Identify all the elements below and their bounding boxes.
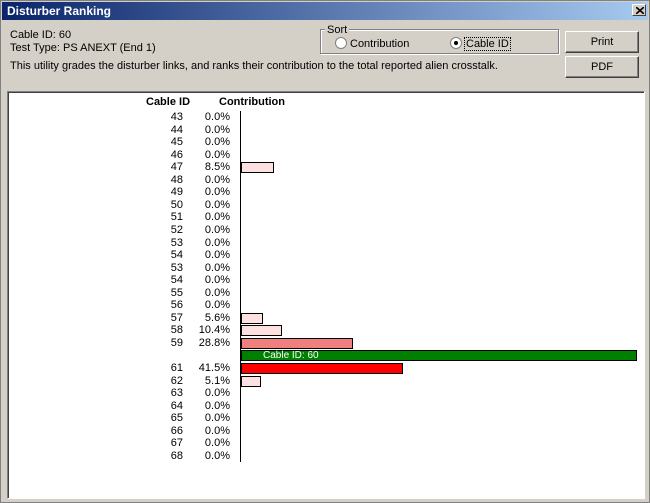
contribution-bar [241,363,403,374]
contribution-cell: 0.0% [204,287,230,299]
radio-contribution[interactable] [335,37,347,49]
cable-id-cell: 53 [170,237,183,249]
contribution-bar [241,376,261,387]
cable-id-cell: 52 [170,224,183,236]
contribution-cell: 10.4% [198,324,230,336]
cable-id-cell: 59 [170,337,183,349]
cable-id-cell: 54 [170,249,183,261]
contribution-cell: 0.0% [204,400,230,412]
cable-id-cell: 54 [170,274,183,286]
contribution-cell: 0.0% [204,224,230,236]
radio-cable-id-text: Cable ID [464,37,511,51]
header-cable-id: Cable ID [146,96,191,108]
contribution-bar [241,338,353,349]
cable-id-cell: 66 [170,425,183,437]
contribution-cell: 41.5% [198,362,230,374]
chart-axis [240,111,241,462]
contribution-cell: 0.0% [204,199,230,211]
window-title: Disturber Ranking [7,4,112,18]
cable-id-cell: 63 [170,387,183,399]
cable-id-cell: 45 [170,136,183,148]
cable-id-cell: 53 [170,262,183,274]
contribution-bar [241,162,274,173]
cable-id-cell: 51 [170,211,183,223]
cable-id-cell: 61 [170,362,183,374]
contribution-cell: 5.6% [204,312,230,324]
cable-id-cell: 49 [170,186,183,198]
contribution-cell: 0.0% [204,425,230,437]
contribution-cell: 0.0% [204,437,230,449]
cable-id-cell: 48 [170,174,183,186]
contribution-cell: 8.5% [204,161,230,173]
radio-cable-id[interactable] [450,37,462,49]
sort-legend: Sort [325,24,350,36]
header-contribution: Contribution [219,96,285,108]
test-type-text: Test Type: PS ANEXT (End 1) [10,42,156,54]
cable-id-text: Cable ID: 60 [10,29,72,41]
cable-id-cell: 55 [170,287,183,299]
cable-id-cell: 65 [170,412,183,424]
cable-id-cell: 64 [170,400,183,412]
contribution-cell: 0.0% [204,274,230,286]
contribution-cell: 5.1% [204,375,230,387]
cable-id-cell: 67 [170,437,183,449]
cable-id-cell: 50 [170,199,183,211]
contribution-cell: 0.0% [204,249,230,261]
cable-id-cell: 56 [170,299,183,311]
cable-id-cell: 43 [170,111,183,123]
contribution-cell: 0.0% [204,412,230,424]
description-text: This utility grades the disturber links,… [10,60,498,72]
contribution-cell: 0.0% [204,136,230,148]
cable-id-cell: 47 [170,161,183,173]
contribution-cell: 0.0% [204,174,230,186]
contribution-cell: 0.0% [204,387,230,399]
cable-id-cell: 62 [170,375,183,387]
cable-id-cell: 58 [170,324,183,336]
contribution-cell: 0.0% [204,124,230,136]
cable-id-cell: 44 [170,124,183,136]
contribution-cell: 0.0% [204,186,230,198]
selected-cable-label: Cable ID: 60 [263,350,319,361]
contribution-bar [241,313,263,324]
contribution-cell: 0.0% [204,111,230,123]
contribution-cell: 0.0% [204,262,230,274]
close-button[interactable] [632,4,646,16]
contribution-bar [241,325,282,336]
contribution-cell: 0.0% [204,299,230,311]
disturber-ranking-window: Disturber Ranking Cable ID: 60 Test Type… [0,0,650,503]
contribution-cell: 0.0% [204,237,230,249]
print-button[interactable]: Print [565,31,639,53]
contribution-cell: 0.0% [204,450,230,462]
contribution-cell: 0.0% [204,211,230,223]
cable-id-cell: 57 [170,312,183,324]
radio-contribution-label[interactable]: Contribution [350,38,409,50]
close-icon [636,7,644,14]
title-bar: Disturber Ranking [2,2,648,20]
cable-id-cell: 46 [170,149,183,161]
contribution-cell: 0.0% [204,149,230,161]
radio-cable-id-label[interactable]: Cable ID [464,37,511,51]
ranking-panel [7,91,645,499]
contribution-cell: 28.8% [198,337,230,349]
cable-id-cell: 68 [170,450,183,462]
pdf-button[interactable]: PDF [565,56,639,78]
